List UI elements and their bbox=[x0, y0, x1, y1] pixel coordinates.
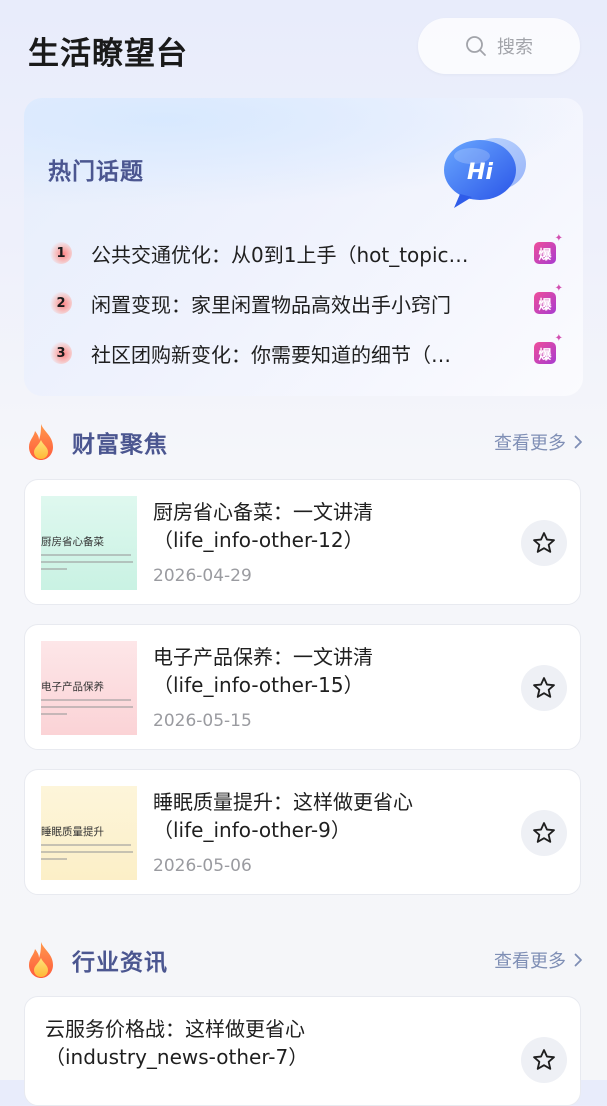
hot-topic-item-3[interactable]: 3 社区团购新变化：你需要知道的细节（… 爆 bbox=[48, 333, 563, 373]
hot-tag: 爆 bbox=[534, 333, 563, 364]
search-placeholder: 搜索 bbox=[497, 37, 533, 58]
favorite-button[interactable] bbox=[521, 1037, 567, 1083]
thumbnail-title: 电子产品保养 bbox=[41, 681, 104, 693]
thumbnail-text-line bbox=[41, 706, 133, 708]
chevron-right-icon bbox=[574, 435, 582, 449]
flame-icon bbox=[29, 424, 53, 460]
rank-badge: 1 bbox=[50, 242, 72, 264]
thumbnail-text-line bbox=[41, 699, 131, 701]
article-date: 2026-04-29 bbox=[153, 566, 252, 586]
search-icon bbox=[466, 36, 486, 56]
search-input[interactable]: 搜索 bbox=[418, 18, 580, 74]
article-date: 2026-05-15 bbox=[153, 711, 252, 731]
article-thumbnail: 睡眠质量提升 bbox=[41, 786, 137, 880]
hot-topics-title: 热门话题 bbox=[48, 159, 144, 185]
hi-badge-text: Hi bbox=[467, 160, 493, 185]
see-more-label: 查看更多 bbox=[494, 433, 566, 454]
wealth-section-title: 财富聚焦 bbox=[72, 432, 168, 458]
article-card[interactable]: 电子产品保养 电子产品保养：一文讲清 （life_info-other-15） … bbox=[24, 624, 581, 750]
rank-badge: 3 bbox=[50, 342, 72, 364]
thumbnail-title: 睡眠质量提升 bbox=[41, 826, 104, 838]
flame-icon bbox=[29, 942, 53, 978]
favorite-button[interactable] bbox=[521, 665, 567, 711]
thumbnail-text-line bbox=[41, 851, 133, 853]
thumbnail-text-line bbox=[41, 568, 67, 570]
thumbnail-text-line bbox=[41, 713, 67, 715]
article-title: 云服务价格战：这样做更省心 （industry_news-other-7） bbox=[45, 1017, 309, 1069]
industry-see-more-link[interactable]: 查看更多 bbox=[494, 947, 583, 973]
hot-tag: 爆 bbox=[534, 233, 563, 264]
star-icon bbox=[533, 677, 555, 698]
star-icon bbox=[533, 822, 555, 843]
hot-topic-text: 公共交通优化：从0到1上手（hot_topic… bbox=[91, 242, 469, 267]
hi-chat-icon: Hi bbox=[444, 138, 526, 208]
wealth-see-more-link[interactable]: 查看更多 bbox=[494, 429, 583, 455]
article-title: 睡眠质量提升：这样做更省心 （life_info-other-9） bbox=[153, 790, 413, 842]
thumbnail-text-line bbox=[41, 561, 133, 563]
thumbnail-title: 厨房省心备菜 bbox=[41, 536, 104, 548]
star-icon bbox=[533, 532, 555, 553]
article-thumbnail: 厨房省心备菜 bbox=[41, 496, 137, 590]
chevron-right-icon bbox=[574, 953, 582, 967]
hot-topic-text: 社区团购新变化：你需要知道的细节（… bbox=[91, 342, 451, 367]
see-more-label: 查看更多 bbox=[494, 951, 566, 972]
hot-tag: 爆 bbox=[534, 283, 563, 314]
hot-topic-text: 闲置变现：家里闲置物品高效出手小窍门 bbox=[91, 292, 451, 317]
wealth-section-header: 财富聚焦 查看更多 bbox=[24, 420, 583, 464]
article-thumbnail: 电子产品保养 bbox=[41, 641, 137, 735]
thumbnail-text-line bbox=[41, 858, 67, 860]
rank-badge: 2 bbox=[50, 292, 72, 314]
article-title: 电子产品保养：一文讲清 （life_info-other-15） bbox=[153, 645, 373, 697]
hot-topic-item-2[interactable]: 2 闲置变现：家里闲置物品高效出手小窍门 爆 bbox=[48, 283, 563, 323]
article-card[interactable]: 云服务价格战：这样做更省心 （industry_news-other-7） bbox=[24, 996, 581, 1106]
article-title: 厨房省心备菜：一文讲清 （life_info-other-12） bbox=[153, 500, 373, 552]
article-date: 2026-05-06 bbox=[153, 856, 252, 876]
star-icon bbox=[533, 1049, 555, 1070]
article-card[interactable]: 厨房省心备菜 厨房省心备菜：一文讲清 （life_info-other-12） … bbox=[24, 479, 581, 605]
industry-section-header: 行业资讯 查看更多 bbox=[24, 938, 583, 982]
thumbnail-text-line bbox=[41, 554, 131, 556]
industry-section-title: 行业资讯 bbox=[72, 950, 168, 976]
article-card[interactable]: 睡眠质量提升 睡眠质量提升：这样做更省心 （life_info-other-9）… bbox=[24, 769, 581, 895]
app-title: 生活瞭望台 bbox=[28, 36, 188, 72]
favorite-button[interactable] bbox=[521, 520, 567, 566]
hot-topic-item-1[interactable]: 1 公共交通优化：从0到1上手（hot_topic… 爆 bbox=[48, 233, 563, 273]
favorite-button[interactable] bbox=[521, 810, 567, 856]
thumbnail-text-line bbox=[41, 844, 131, 846]
hot-topics-card: 热门话题 Hi 1 公共交通优化：从0到1上手（hot_topic… 爆 2 闲… bbox=[24, 98, 583, 396]
